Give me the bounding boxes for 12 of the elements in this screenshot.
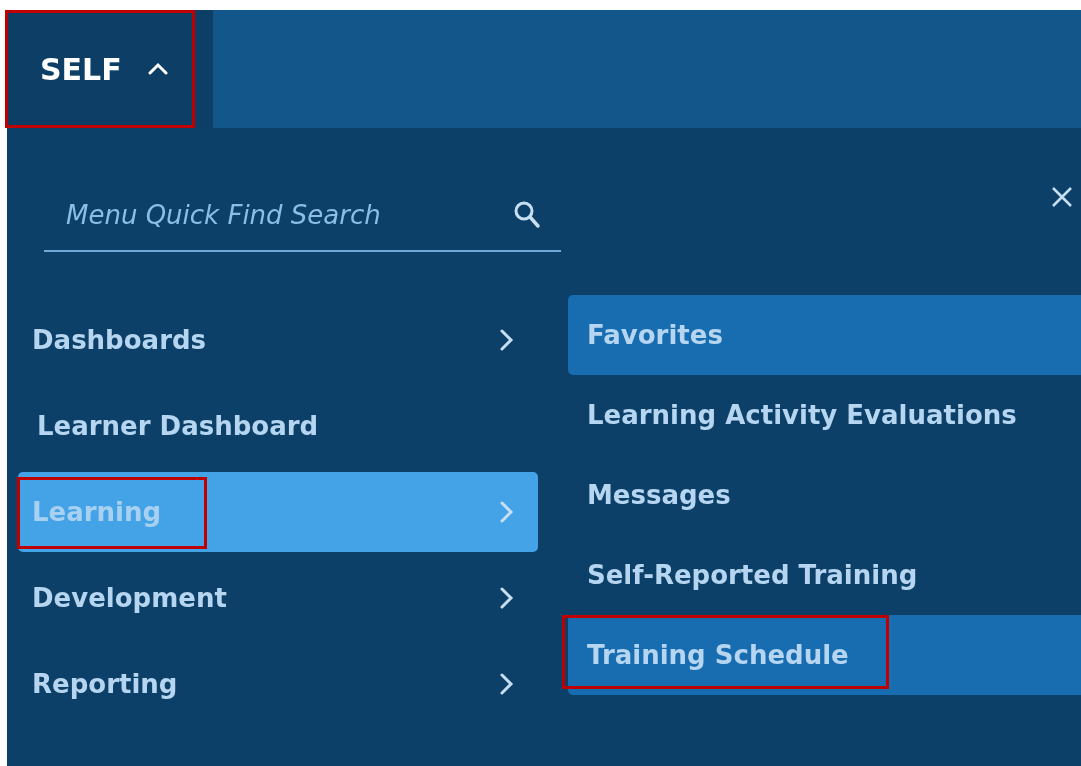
self-menu-tab[interactable]: SELF — [7, 10, 213, 128]
submenu-item[interactable]: Self-Reported Training — [568, 535, 1081, 615]
menu-item[interactable]: Learner Dashboard — [18, 386, 538, 466]
menu-item[interactable]: Development — [18, 558, 538, 638]
submenu-item[interactable]: Favorites — [568, 295, 1081, 375]
submenu-item[interactable]: Messages — [568, 455, 1081, 535]
close-icon[interactable] — [1051, 186, 1073, 208]
submenu-item[interactable]: Learning Activity Evaluations — [568, 375, 1081, 455]
search-icon — [513, 200, 541, 230]
menu-item[interactable]: Dashboards — [18, 300, 538, 380]
search-field[interactable]: Menu Quick Find Search — [64, 194, 513, 236]
menu-item[interactable]: Reporting — [18, 644, 538, 724]
